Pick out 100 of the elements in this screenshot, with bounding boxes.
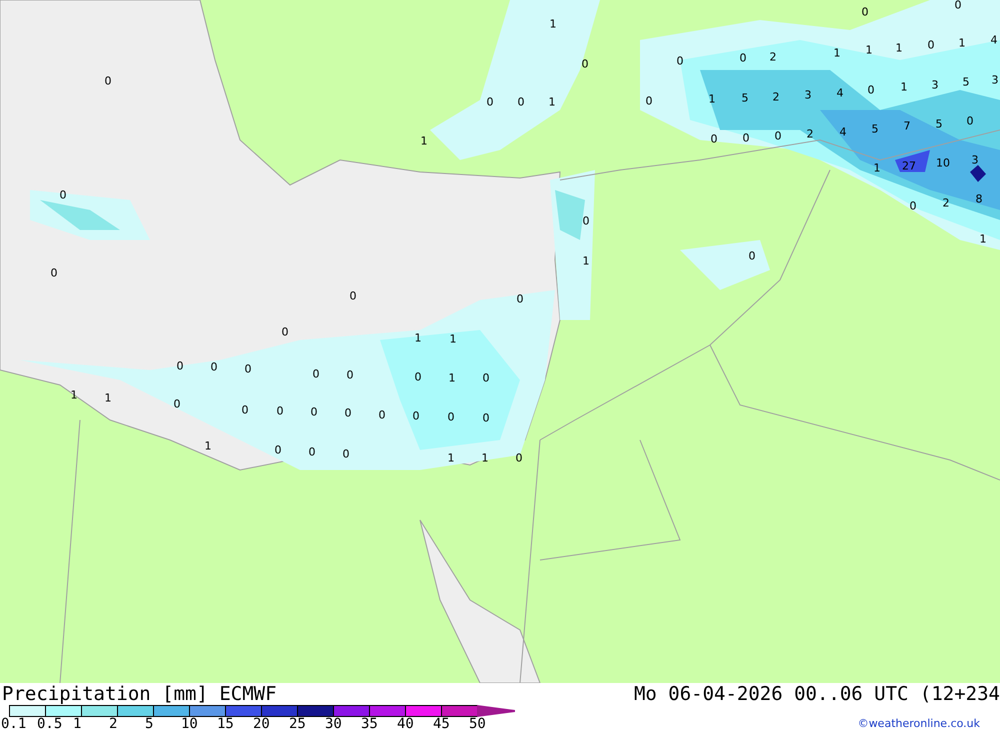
precipitation-value: 1 — [482, 452, 488, 464]
precipitation-value: 5 — [936, 118, 942, 130]
precipitation-value: 27 — [902, 160, 916, 172]
precipitation-value: 0 — [242, 404, 248, 416]
precipitation-value: 1 — [414, 332, 422, 344]
precipitation-value: 0 — [910, 200, 916, 212]
precipitation-value: 1 — [896, 42, 902, 54]
legend-label: 50 — [469, 717, 487, 732]
precipitation-value: 2 — [942, 198, 950, 208]
precipitation-value: 2 — [772, 92, 780, 102]
precipitation-value: 0 — [282, 326, 288, 338]
precipitation-value: 0 — [482, 372, 490, 384]
precipitation-value: 1 — [866, 44, 872, 56]
legend-label: 35 — [361, 717, 379, 732]
precipitation-value: 0 — [582, 216, 590, 226]
precipitation-value: 0 — [414, 372, 422, 382]
precipitation-value: 0 — [312, 368, 320, 380]
precipitation-value: 0 — [378, 410, 386, 420]
precipitation-value: 4 — [836, 88, 844, 98]
legend-label: 2 — [109, 717, 118, 732]
precipitation-value: 1 — [900, 82, 908, 92]
precipitation-value: 0 — [276, 406, 284, 416]
precipitation-value: 1 — [104, 392, 112, 404]
legend-label: 30 — [325, 717, 343, 732]
precipitation-value: 4 — [840, 126, 846, 138]
precipitation-value: 0 — [868, 84, 874, 96]
precipitation-value: 0 — [748, 250, 756, 262]
precipitation-value: 2 — [806, 128, 814, 140]
precipitation-value: 7 — [904, 120, 910, 132]
legend-label: 0.5 — [37, 717, 64, 732]
precipitation-value: 0 — [174, 398, 180, 410]
precipitation-value: 0 — [676, 56, 684, 66]
map-title: Precipitation [mm] ECMWF — [2, 683, 278, 705]
legend-label: 45 — [433, 717, 451, 732]
precipitation-value: 0 — [482, 412, 490, 424]
precipitation-value: 0 — [518, 96, 524, 108]
precipitation-value: 3 — [932, 80, 938, 90]
precipitation-value: 0 — [104, 76, 112, 86]
legend-label: 40 — [397, 717, 415, 732]
precipitation-value: 2 — [770, 52, 776, 62]
precipitation-value: 0 — [740, 52, 746, 64]
precipitation-value: 8 — [976, 194, 982, 204]
precipitation-value: 1 — [834, 48, 840, 58]
precipitation-value: 0 — [310, 406, 318, 418]
precipitation-value: 0 — [346, 370, 354, 380]
legend-label: 25 — [289, 717, 307, 732]
precipitation-value: 0 — [862, 6, 868, 18]
precipitation-value: 0 — [516, 452, 522, 464]
precipitation-value: 5 — [742, 92, 748, 104]
precipitation-value: 1 — [708, 94, 716, 104]
precipitation-value: 3 — [804, 90, 812, 100]
legend-label: 1 — [73, 717, 82, 732]
precipitation-value: 1 — [874, 162, 880, 174]
precipitation-value: 0 — [274, 444, 282, 456]
precipitation-value: 1 — [70, 390, 78, 400]
legend-label: 20 — [253, 717, 271, 732]
precipitation-value: 1 — [204, 440, 212, 452]
precipitation-value: 0 — [176, 360, 184, 372]
precipitation-value: 0 — [60, 190, 66, 200]
legend-label: 5 — [145, 717, 154, 732]
legend-label: 0.1 — [1, 717, 28, 732]
credit-link[interactable]: ©weatheronline.co.uk — [858, 717, 1000, 730]
precipitation-value: 1 — [450, 334, 456, 344]
precipitation-value: 0 — [954, 0, 962, 10]
precipitation-value: 3 — [992, 74, 998, 86]
legend-arrow-icon — [477, 705, 515, 717]
precipitation-value: 1 — [958, 38, 966, 48]
precipitation-value: 1 — [448, 452, 454, 464]
precipitation-value: 0 — [210, 362, 218, 372]
precipitation-value: 0 — [448, 412, 454, 422]
precipitation-value: 0 — [244, 364, 252, 374]
precipitation-value: 1 — [448, 372, 456, 384]
precipitation-value: 0 — [412, 410, 420, 422]
precipitation-value: 0 — [350, 290, 356, 302]
precipitation-value: 4 — [990, 34, 998, 46]
precipitation-value: 1 — [550, 18, 556, 30]
precipitation-value: 0 — [342, 448, 350, 460]
precipitation-value: 10 — [936, 158, 950, 168]
precipitation-value: 0 — [774, 130, 782, 142]
precipitation-value: 0 — [742, 132, 750, 144]
valid-time: Mo 06-04-2026 00..06 UTC (12+234 — [634, 683, 1000, 705]
precipitation-value: 0 — [344, 408, 352, 418]
precipitation-value: 1 — [980, 234, 986, 244]
precipitation-value: 5 — [962, 76, 970, 88]
precipitation-value: 0 — [516, 294, 524, 304]
precipitation-value: 0 — [486, 96, 494, 108]
precipitation-value: 0 — [710, 134, 718, 144]
precipitation-value: 0 — [646, 96, 652, 106]
precipitation-value: 0 — [50, 268, 58, 278]
precipitation-value: 0 — [928, 40, 934, 50]
precipitation-value: 1 — [420, 136, 428, 146]
precipitation-value: 0 — [582, 58, 588, 70]
precipitation-value: 0 — [308, 446, 316, 458]
precipitation-value: 3 — [972, 154, 978, 166]
precipitation-value: 5 — [872, 124, 878, 134]
precipitation-value: 1 — [548, 96, 556, 108]
legend-label: 10 — [181, 717, 199, 732]
precipitation-value: 1 — [582, 256, 590, 266]
precipitation-value: 0 — [966, 116, 974, 126]
legend-label: 15 — [217, 717, 235, 732]
